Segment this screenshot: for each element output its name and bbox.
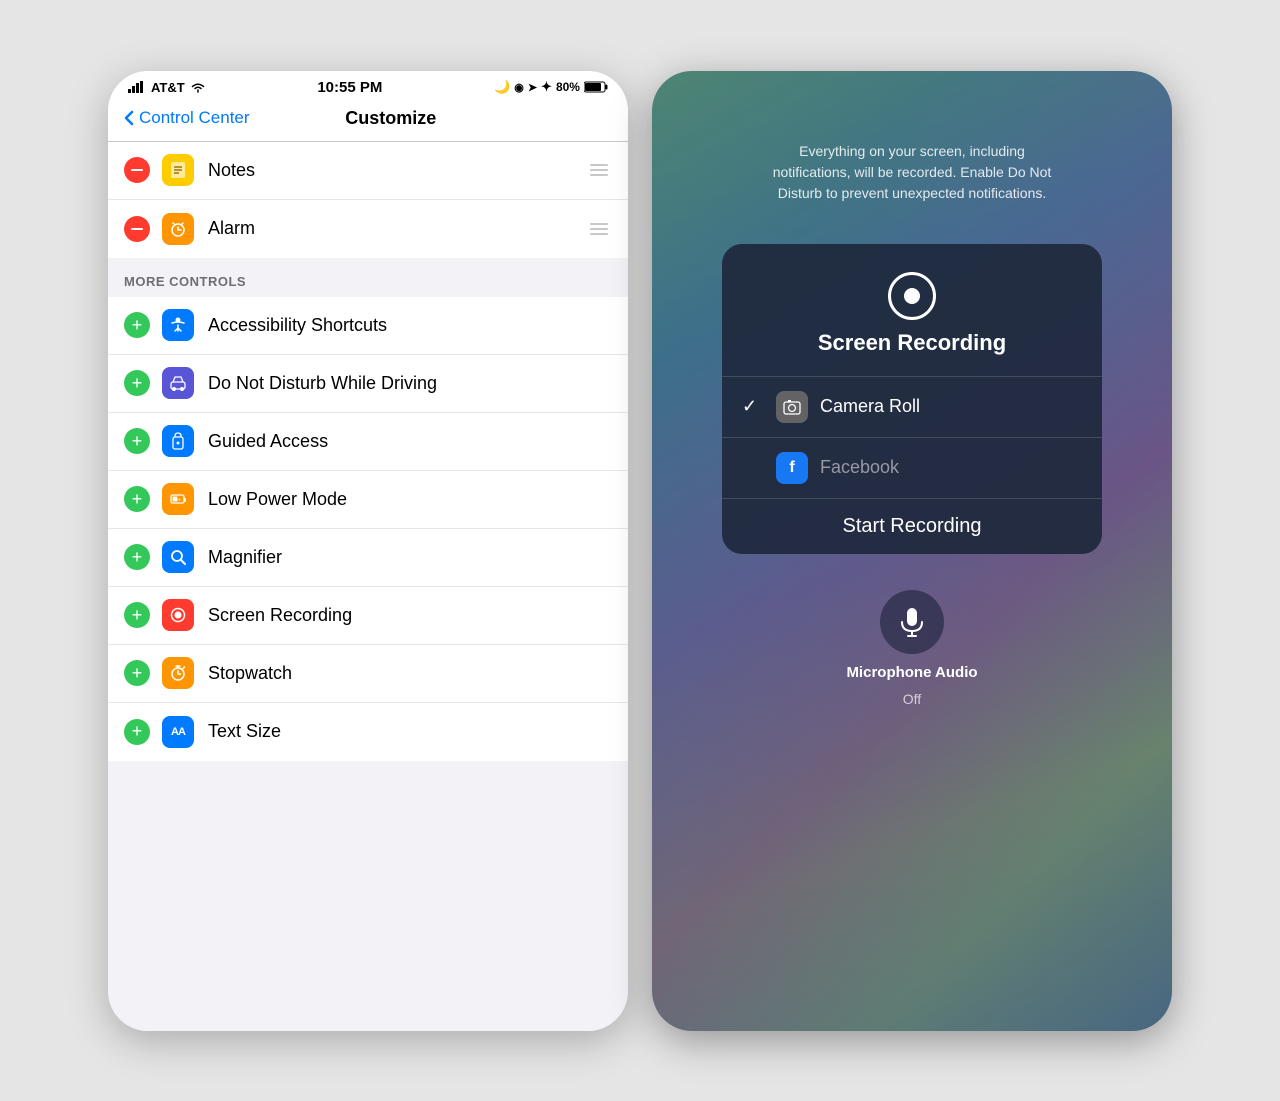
microphone-icon — [898, 606, 926, 638]
alarm-drag-handle[interactable] — [586, 219, 612, 239]
settings-content: Notes Alarm — [108, 142, 628, 1031]
add-text-size-button[interactable] — [124, 719, 150, 745]
list-item: + Low Power Mode — [108, 471, 628, 529]
status-bar: AT&T 10:55 PM 🌙 ◉ ➤ ✦ 80% — [108, 71, 628, 100]
remove-alarm-button[interactable] — [124, 216, 150, 242]
list-item: Screen Recording — [108, 587, 628, 645]
microphone-button[interactable] — [880, 590, 944, 654]
low-power-label: Low Power Mode — [208, 489, 612, 510]
magnifier-app-icon — [168, 547, 188, 567]
more-controls-section: Accessibility Shortcuts Do Not Disturb W… — [108, 297, 628, 761]
add-magnifier-button[interactable] — [124, 544, 150, 570]
camera-roll-label: Camera Roll — [820, 396, 920, 417]
battery-label: 80% — [556, 80, 580, 94]
guided-access-app-icon — [168, 431, 188, 451]
signal-icon — [128, 81, 146, 93]
screen-recording-app-icon — [168, 605, 188, 625]
list-item: Accessibility Shortcuts — [108, 297, 628, 355]
accessibility-label: Accessibility Shortcuts — [208, 315, 612, 336]
battery-icon — [584, 81, 608, 93]
start-recording-button[interactable]: Start Recording — [722, 498, 1102, 554]
add-stopwatch-button[interactable] — [124, 660, 150, 686]
text-size-label: Text Size — [208, 721, 612, 742]
recording-popup: Screen Recording ✓ Camera Roll ✓ f — [722, 244, 1102, 554]
facebook-label: Facebook — [820, 457, 899, 478]
camera-roll-check: ✓ — [742, 396, 762, 417]
facebook-icon: f — [776, 452, 808, 484]
guided-access-label: Guided Access — [208, 431, 612, 452]
record-icon — [888, 272, 936, 320]
list-item: Magnifier — [108, 529, 628, 587]
location-icon: ◉ — [514, 81, 524, 94]
notes-label: Notes — [208, 160, 586, 181]
left-panel: AT&T 10:55 PM 🌙 ◉ ➤ ✦ 80% — [108, 71, 628, 1031]
nav-title: Customize — [250, 108, 532, 129]
info-text: Everything on your screen, including not… — [762, 141, 1062, 204]
add-guided-access-button[interactable] — [124, 428, 150, 454]
list-item: Stopwatch — [108, 645, 628, 703]
low-power-icon: + — [162, 483, 194, 515]
wifi-icon — [190, 81, 206, 93]
screen-recording-label: Screen Recording — [208, 605, 612, 626]
add-accessibility-button[interactable] — [124, 312, 150, 338]
nav-bar: Control Center Customize — [108, 100, 628, 142]
list-item: Do Not Disturb While Driving — [108, 355, 628, 413]
status-time: 10:55 PM — [317, 79, 382, 96]
notes-app-icon — [168, 160, 188, 180]
camera-icon — [783, 398, 801, 416]
screen-recording-icon — [162, 599, 194, 631]
included-section: Notes Alarm — [108, 142, 628, 258]
status-left: AT&T — [128, 80, 206, 95]
accessibility-app-icon — [168, 315, 188, 335]
camera-roll-icon — [776, 391, 808, 423]
list-item: Notes — [108, 142, 628, 200]
dnd-driving-app-icon — [168, 373, 188, 393]
right-panel: Everything on your screen, including not… — [652, 71, 1172, 1031]
stopwatch-app-icon — [168, 663, 188, 683]
add-dnd-driving-button[interactable] — [124, 370, 150, 396]
back-button[interactable]: Control Center — [124, 108, 250, 128]
stopwatch-icon — [162, 657, 194, 689]
add-low-power-button[interactable] — [124, 486, 150, 512]
low-power-app-icon: + — [168, 489, 188, 509]
record-dot — [904, 288, 920, 304]
popup-title: Screen Recording — [818, 330, 1006, 356]
magnifier-label: Magnifier — [208, 547, 612, 568]
dnd-driving-label: Do Not Disturb While Driving — [208, 373, 612, 394]
arrow-icon: ➤ — [528, 81, 537, 94]
list-item: AA Text Size — [108, 703, 628, 761]
dnd-driving-icon — [162, 367, 194, 399]
camera-roll-option[interactable]: ✓ Camera Roll — [722, 376, 1102, 437]
stopwatch-label: Stopwatch — [208, 663, 612, 684]
accessibility-icon — [162, 309, 194, 341]
add-screen-recording-button[interactable] — [124, 602, 150, 628]
status-right: 🌙 ◉ ➤ ✦ 80% — [494, 79, 608, 95]
guided-access-icon — [162, 425, 194, 457]
chevron-left-icon — [124, 110, 134, 126]
facebook-option[interactable]: ✓ f Facebook — [722, 437, 1102, 498]
popup-header: Screen Recording — [722, 244, 1102, 376]
moon-icon: 🌙 — [494, 79, 510, 95]
start-recording-label: Start Recording — [843, 515, 982, 538]
notes-icon — [162, 154, 194, 186]
alarm-icon — [162, 213, 194, 245]
notes-drag-handle[interactable] — [586, 160, 612, 180]
alarm-app-icon — [168, 219, 188, 239]
mic-status: Off — [903, 691, 921, 707]
right-content: Everything on your screen, including not… — [652, 71, 1172, 767]
svg-text:+: + — [178, 498, 181, 504]
list-item: Alarm — [108, 200, 628, 258]
mic-title: Microphone Audio — [846, 664, 977, 681]
list-item: Guided Access — [108, 413, 628, 471]
back-label: Control Center — [139, 108, 250, 128]
mic-section: Microphone Audio Off — [846, 590, 977, 707]
magnifier-icon — [162, 541, 194, 573]
alarm-label: Alarm — [208, 218, 586, 239]
more-controls-header: MORE CONTROLS — [108, 258, 628, 297]
text-size-icon: AA — [162, 716, 194, 748]
remove-notes-button[interactable] — [124, 157, 150, 183]
carrier-label: AT&T — [151, 80, 185, 95]
bluetooth-icon: ✦ — [541, 79, 552, 95]
